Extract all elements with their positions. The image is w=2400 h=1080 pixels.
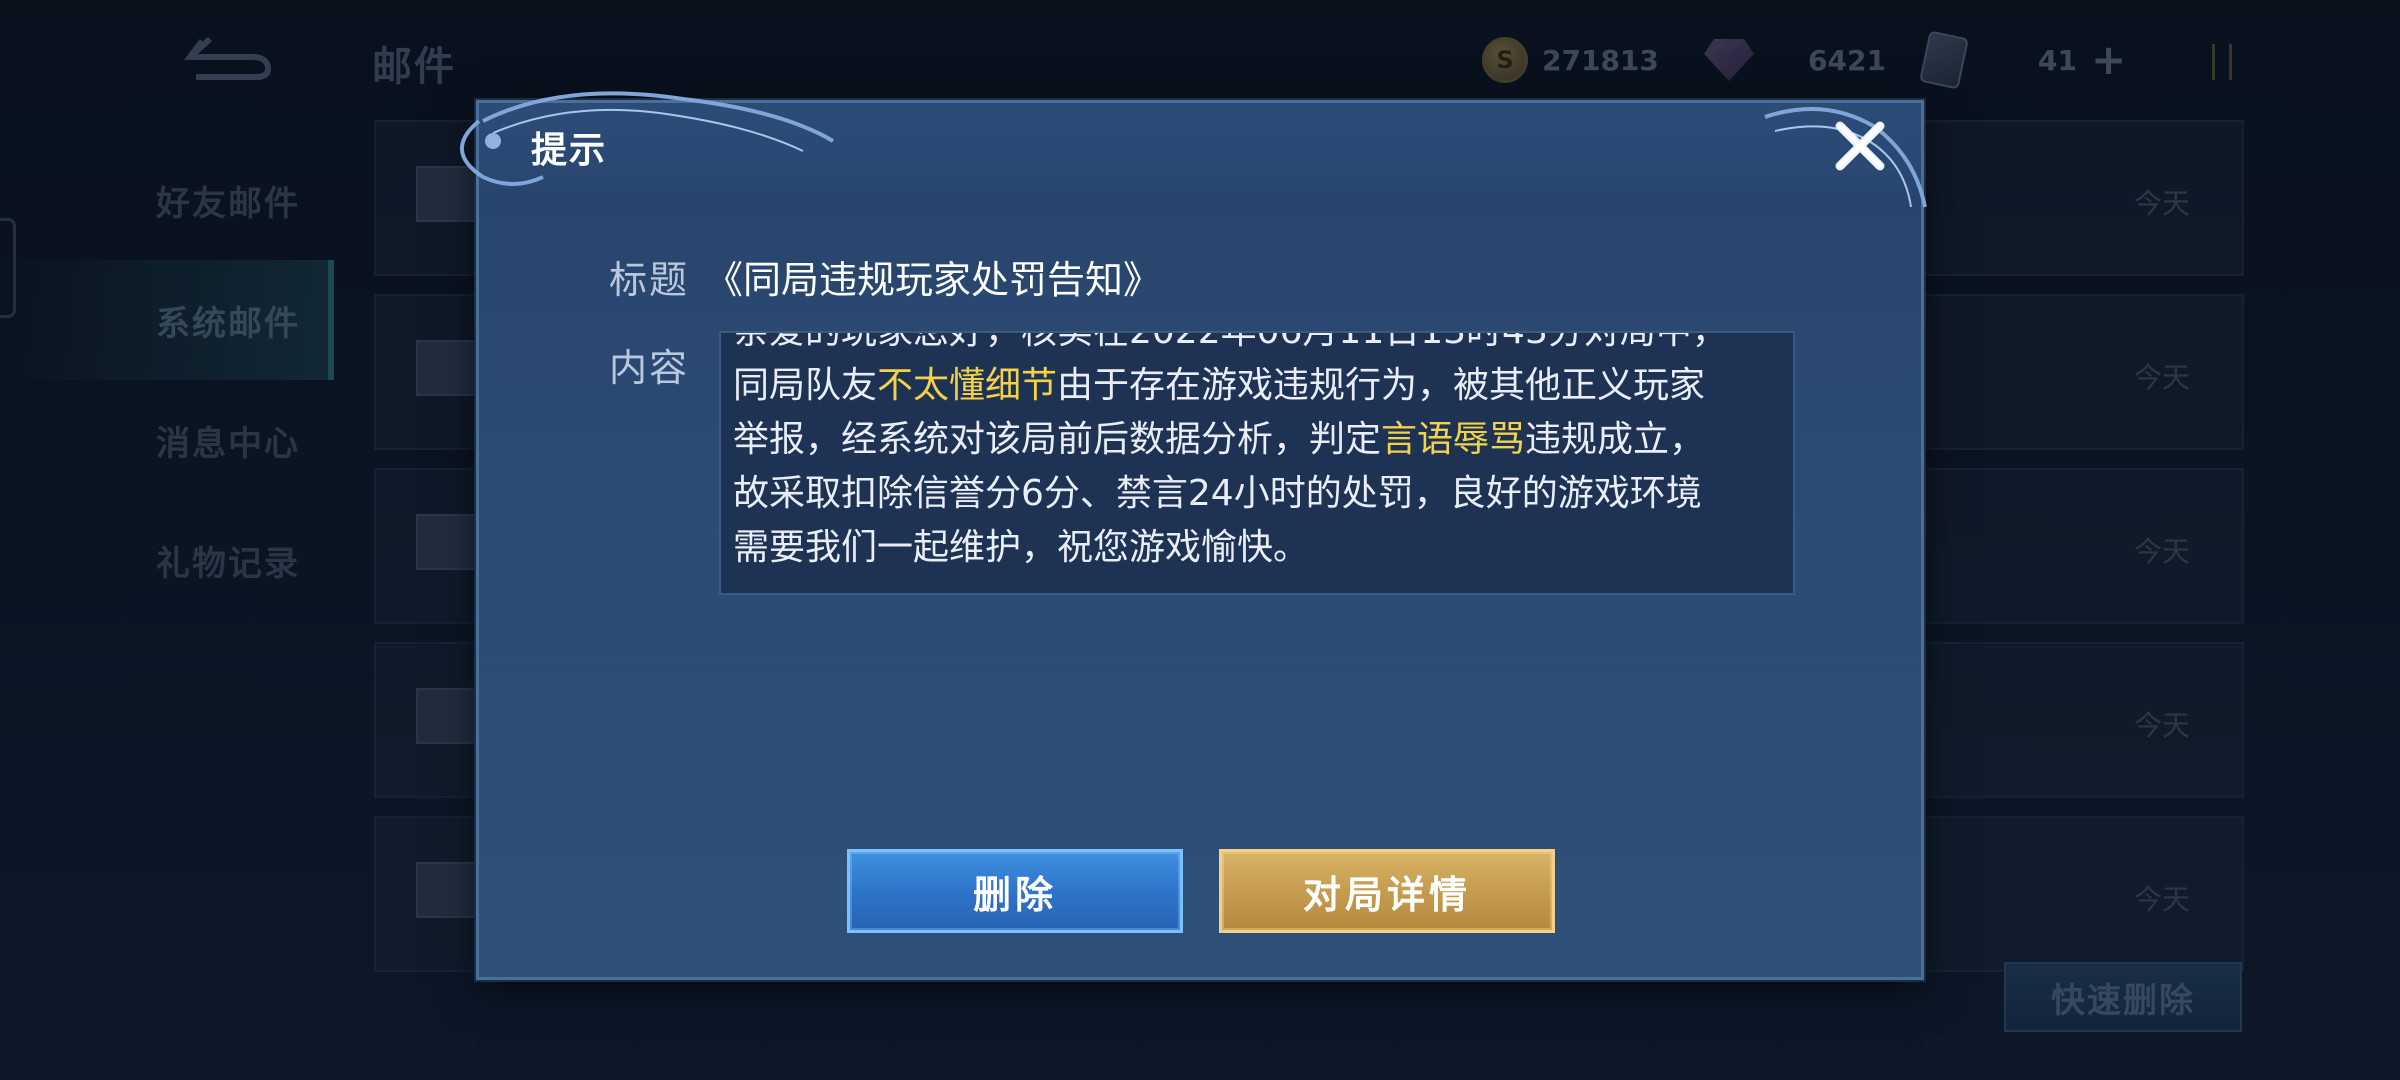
content-text: 违规成立，: [1525, 419, 1706, 460]
content-line: 举报，经系统对该局前后数据分析，判定言语辱骂违规成立，: [733, 413, 1781, 467]
close-button[interactable]: [1827, 113, 1893, 179]
title-label: 标题: [609, 258, 690, 302]
content-line: 亲爱的玩家您好，核实在2022年06月11日13时43分对局中，: [733, 331, 1728, 352]
teammate-name: 不太懂细节: [877, 365, 1058, 406]
notice-dialog: 提示 标题 《同局违规玩家处罚告知》 内容 亲爱的玩家您好，核实在2022年06…: [460, 91, 1927, 980]
content-label: 内容: [609, 346, 690, 390]
delete-button[interactable]: 删除: [847, 849, 1183, 933]
content-text: 举报，经系统对该局前后数据分析，判定: [733, 419, 1382, 460]
dialog-header: [479, 103, 1921, 189]
content-line: 需要我们一起维护，祝您游戏愉快。: [733, 527, 1310, 568]
content-line: 故采取扣除信誉分6分、禁言24小时的处罚，良好的游戏环境: [733, 473, 1702, 514]
mail-subject: 《同局违规玩家处罚告知》: [705, 258, 1162, 302]
content-text: 同局队友: [733, 365, 878, 406]
close-icon: [1835, 121, 1885, 171]
match-details-button[interactable]: 对局详情: [1219, 849, 1555, 933]
mail-content-text: 亲爱的玩家您好，核实在2022年06月11日13时43分对局中， 同局队友不太懂…: [733, 331, 1781, 575]
content-line: 同局队友不太懂细节由于存在游戏违规行为，被其他正义玩家: [733, 359, 1781, 413]
mail-content-scroll[interactable]: 亲爱的玩家您好，核实在2022年06月11日13时43分对局中， 同局队友不太懂…: [719, 331, 1795, 595]
content-text: 由于存在游戏违规行为，被其他正义玩家: [1057, 365, 1706, 406]
violation-type: 言语辱骂: [1381, 419, 1526, 460]
dialog-title: 提示: [531, 130, 608, 171]
